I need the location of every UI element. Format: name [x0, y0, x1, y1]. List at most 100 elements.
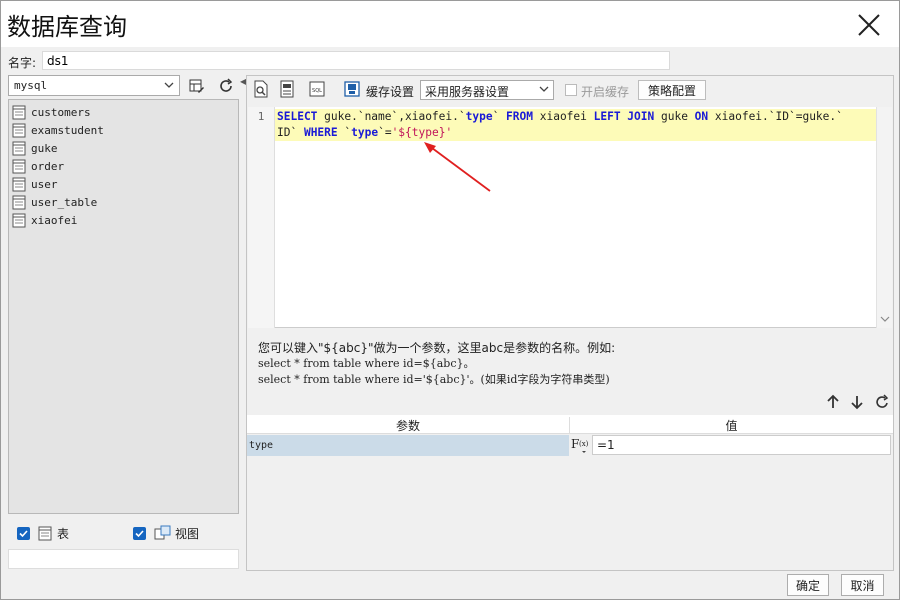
checkmark-icon — [135, 529, 144, 537]
arrow-down-icon[interactable] — [850, 394, 864, 410]
list-item[interactable]: user_table — [9, 193, 238, 211]
cache-settings-label: 缓存设置 — [366, 85, 415, 99]
code-token: guke.`name`,xiaofei.` — [317, 110, 466, 123]
cache-setting-select[interactable]: 采用服务器设置 — [420, 80, 554, 100]
sql-file-icon[interactable] — [278, 80, 296, 98]
code-line: SELECT guke.`name`,xiaofei.`type` FROM x… — [275, 109, 876, 125]
table-name: order — [31, 159, 65, 173]
show-tables-toggle[interactable]: 表 — [17, 524, 69, 542]
table-name: guke — [31, 141, 58, 155]
table-icon — [12, 195, 26, 209]
enable-cache-checkbox[interactable] — [565, 84, 577, 96]
refresh-icon — [220, 77, 233, 92]
sql-code[interactable]: SELECT guke.`name`,xiaofei.`type` FROM x… — [275, 107, 876, 328]
show-views-checkbox[interactable] — [133, 526, 146, 540]
list-item[interactable]: order — [9, 157, 238, 175]
table-icon — [12, 213, 26, 227]
table-row[interactable]: type F (x) =1 — [247, 435, 893, 456]
show-views-toggle[interactable]: 视图 — [133, 524, 199, 542]
table-icon — [12, 159, 26, 173]
svg-text:SQL: SQL — [312, 88, 322, 94]
editor-scrollbar[interactable] — [876, 107, 892, 328]
edit-table-button[interactable] — [186, 75, 208, 96]
list-item[interactable]: guke — [9, 139, 238, 157]
line-number-gutter: 1 — [248, 107, 275, 328]
name-label: 名字: — [8, 56, 37, 70]
table-name: examstudent — [31, 123, 104, 137]
query-toolbar: SQL 缓存设置 采用服务器设置 开启缓存 策略配置 — [247, 76, 893, 104]
show-tables-checkbox[interactable] — [17, 526, 30, 540]
query-panel: SQL 缓存设置 采用服务器设置 开启缓存 策略配置 1 SELECT guke… — [246, 75, 894, 571]
database-query-dialog: 数据库查询 名字: mysql customers — [0, 0, 900, 600]
show-tables-label: 表 — [57, 526, 70, 541]
name-input[interactable] — [42, 51, 670, 70]
parameter-table: 参数 值 type F (x) =1 — [247, 415, 893, 570]
table-name: customers — [31, 105, 91, 119]
name-row: 名字: — [1, 49, 899, 73]
code-token: ID` — [277, 126, 304, 139]
table-list: customers examstudent guke order user us… — [8, 99, 239, 514]
close-icon[interactable] — [853, 9, 885, 41]
refresh-icon[interactable] — [875, 394, 889, 410]
cancel-button[interactable]: 取消 — [841, 574, 884, 596]
line-number: 1 — [257, 110, 265, 123]
chevron-down-icon — [164, 82, 174, 88]
param-name-cell[interactable]: type — [247, 435, 569, 456]
arrow-up-icon[interactable] — [826, 394, 840, 410]
table-filter-input[interactable] — [8, 549, 239, 569]
hint-line-3: select * from table where id='${abc}'。(如… — [258, 373, 610, 386]
policy-config-button[interactable]: 策略配置 — [638, 80, 706, 100]
code-line: ID` WHERE `type`='${type}' — [275, 125, 876, 141]
table-name: user — [31, 177, 58, 191]
code-token: ` — [337, 126, 352, 139]
cache-icon — [344, 81, 360, 97]
table-icon — [12, 105, 26, 119]
refresh-tables-button[interactable] — [215, 75, 237, 96]
svg-text:(x): (x) — [579, 440, 589, 448]
hint-line-2: select * from table where id=${abc}。 — [258, 357, 475, 370]
code-token: WHERE — [303, 126, 338, 139]
enable-cache-label: 开启缓存 — [581, 85, 630, 99]
datasource-select-value: mysql — [14, 79, 48, 92]
table-icon — [12, 141, 26, 155]
list-item[interactable]: xiaofei — [9, 211, 238, 229]
table-name: user_table — [31, 195, 98, 209]
table-icon — [12, 177, 26, 191]
parameter-table-header: 参数 值 — [247, 415, 893, 434]
ok-button[interactable]: 确定 — [787, 574, 829, 596]
code-token: xiaofei.`ID`=guke.` — [708, 110, 843, 123]
dialog-title: 数据库查询 — [7, 13, 127, 41]
code-token: type — [351, 126, 379, 139]
column-header-value: 值 — [569, 417, 893, 434]
table-icon — [38, 526, 52, 540]
code-token: SELECT — [277, 110, 318, 123]
formula-icon[interactable]: F (x) — [570, 435, 592, 456]
list-item[interactable]: user — [9, 175, 238, 193]
code-token: `= — [378, 126, 392, 139]
code-token: LEFT JOIN — [593, 110, 655, 123]
parameter-hint: 您可以键入"${abc}"做为一个参数，这里abc是参数的名称。例如: sele… — [258, 340, 615, 388]
param-value-input[interactable]: =1 — [592, 435, 891, 455]
chevron-down-icon — [880, 316, 890, 322]
title-bar: 数据库查询 — [1, 1, 899, 47]
view-icon — [154, 525, 171, 540]
list-item[interactable]: customers — [9, 103, 238, 121]
code-token: ` — [492, 110, 507, 123]
datasource-select[interactable]: mysql — [8, 75, 180, 96]
show-views-label: 视图 — [175, 526, 200, 541]
code-token: type — [465, 110, 493, 123]
preview-icon[interactable] — [252, 80, 270, 98]
column-header-param: 参数 — [395, 419, 420, 433]
cache-setting-value: 采用服务器设置 — [425, 85, 510, 99]
sql-editor[interactable]: 1 SELECT guke.`name`,xiaofei.`type` FROM… — [248, 107, 892, 328]
chevron-down-icon — [539, 86, 549, 92]
table-name: xiaofei — [31, 213, 78, 227]
code-token: ON — [694, 110, 709, 123]
checkmark-icon — [19, 529, 28, 537]
code-token: FROM — [506, 110, 533, 123]
table-edit-icon — [189, 79, 204, 93]
code-token: guke — [654, 110, 695, 123]
list-item[interactable]: examstudent — [9, 121, 238, 139]
sql-icon[interactable]: SQL — [308, 80, 326, 98]
code-token: xiaofei — [533, 110, 594, 123]
